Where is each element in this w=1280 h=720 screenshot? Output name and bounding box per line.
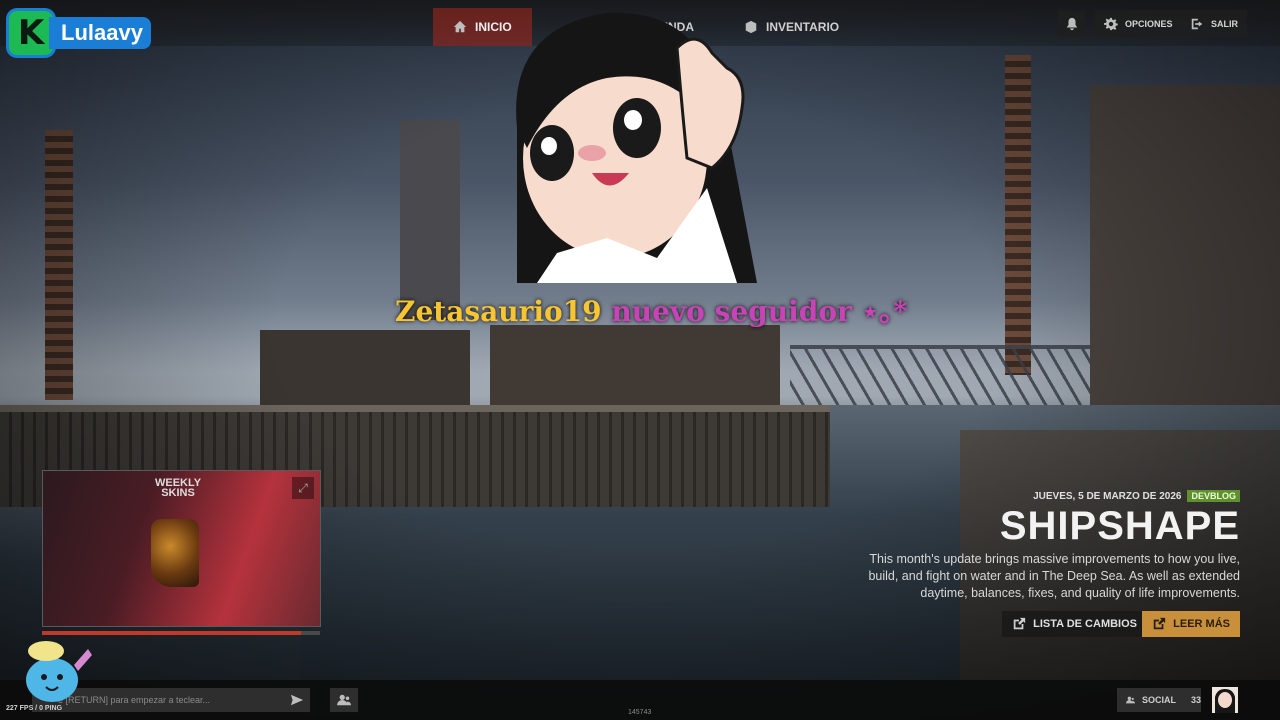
exit-label: SALIR (1211, 18, 1238, 29)
bell-icon (1066, 17, 1077, 30)
home-icon (453, 20, 467, 33)
follower-alert: Zetasaurio19 nuevo seguidor ⋆｡* (395, 290, 908, 330)
options-label: OPCIONES (1125, 18, 1173, 29)
social-button[interactable]: SOCIAL 33 (1117, 688, 1201, 712)
devblog-tag: DEVBLOG (1187, 490, 1240, 502)
changelog-button[interactable]: LISTA DE CAMBIOS (1002, 611, 1147, 637)
video-title-line2: SKINS (161, 487, 195, 499)
kick-logo-icon: K (9, 11, 53, 55)
blue-mascot-icon (26, 641, 92, 702)
send-button[interactable] (284, 688, 310, 712)
expand-icon[interactable]: ⤢ (292, 477, 314, 499)
follower-username: Zetasaurio19 (395, 295, 602, 328)
gear-icon (1104, 17, 1118, 30)
news-body: This month's update brings massive impro… (868, 552, 1240, 600)
friends-button[interactable] (330, 688, 358, 712)
build-number: 145743 (628, 709, 652, 716)
send-icon (290, 694, 304, 706)
news-title: SHIPSHAPE (999, 504, 1240, 548)
profile-avatar[interactable] (1212, 687, 1238, 713)
changelog-label: LISTA DE CAMBIOS (1033, 618, 1137, 630)
external-link-icon (1013, 617, 1026, 630)
external-link-icon (1153, 617, 1166, 630)
notifications-button[interactable] (1058, 10, 1085, 37)
news-meta: JUEVES, 5 DE MARZO DE 2026 DEVBLOG (1033, 490, 1240, 502)
options-button[interactable]: OPCIONES (1095, 10, 1182, 37)
streamer-logo: K Lulaavy (9, 11, 151, 55)
fps-counter: 227 FPS / 0 PING (6, 705, 63, 712)
exit-button[interactable]: SALIR (1181, 10, 1247, 37)
social-count: 33 (1190, 695, 1201, 705)
exit-icon (1191, 18, 1203, 29)
video-title: WEEKLY SKINS (155, 478, 201, 499)
people-icon (1126, 696, 1135, 704)
streamer-name: Lulaavy (49, 17, 151, 49)
waving-girl-avatar (516, 12, 757, 283)
people-icon (337, 694, 351, 706)
avatar-image (1212, 687, 1238, 713)
news-date: JUEVES, 5 DE MARZO DE 2026 (1033, 490, 1182, 502)
weekly-skins-video[interactable]: WEEKLY SKINS ⤢ (42, 470, 321, 627)
nav-inventory-label: INVENTARIO (766, 20, 840, 34)
read-more-button[interactable]: LEER MÁS (1142, 611, 1240, 637)
read-more-label: LEER MÁS (1173, 618, 1230, 630)
social-label: SOCIAL (1141, 695, 1176, 705)
boot-skin-image (151, 519, 199, 587)
follower-message: nuevo seguidor ⋆｡* (611, 295, 908, 328)
